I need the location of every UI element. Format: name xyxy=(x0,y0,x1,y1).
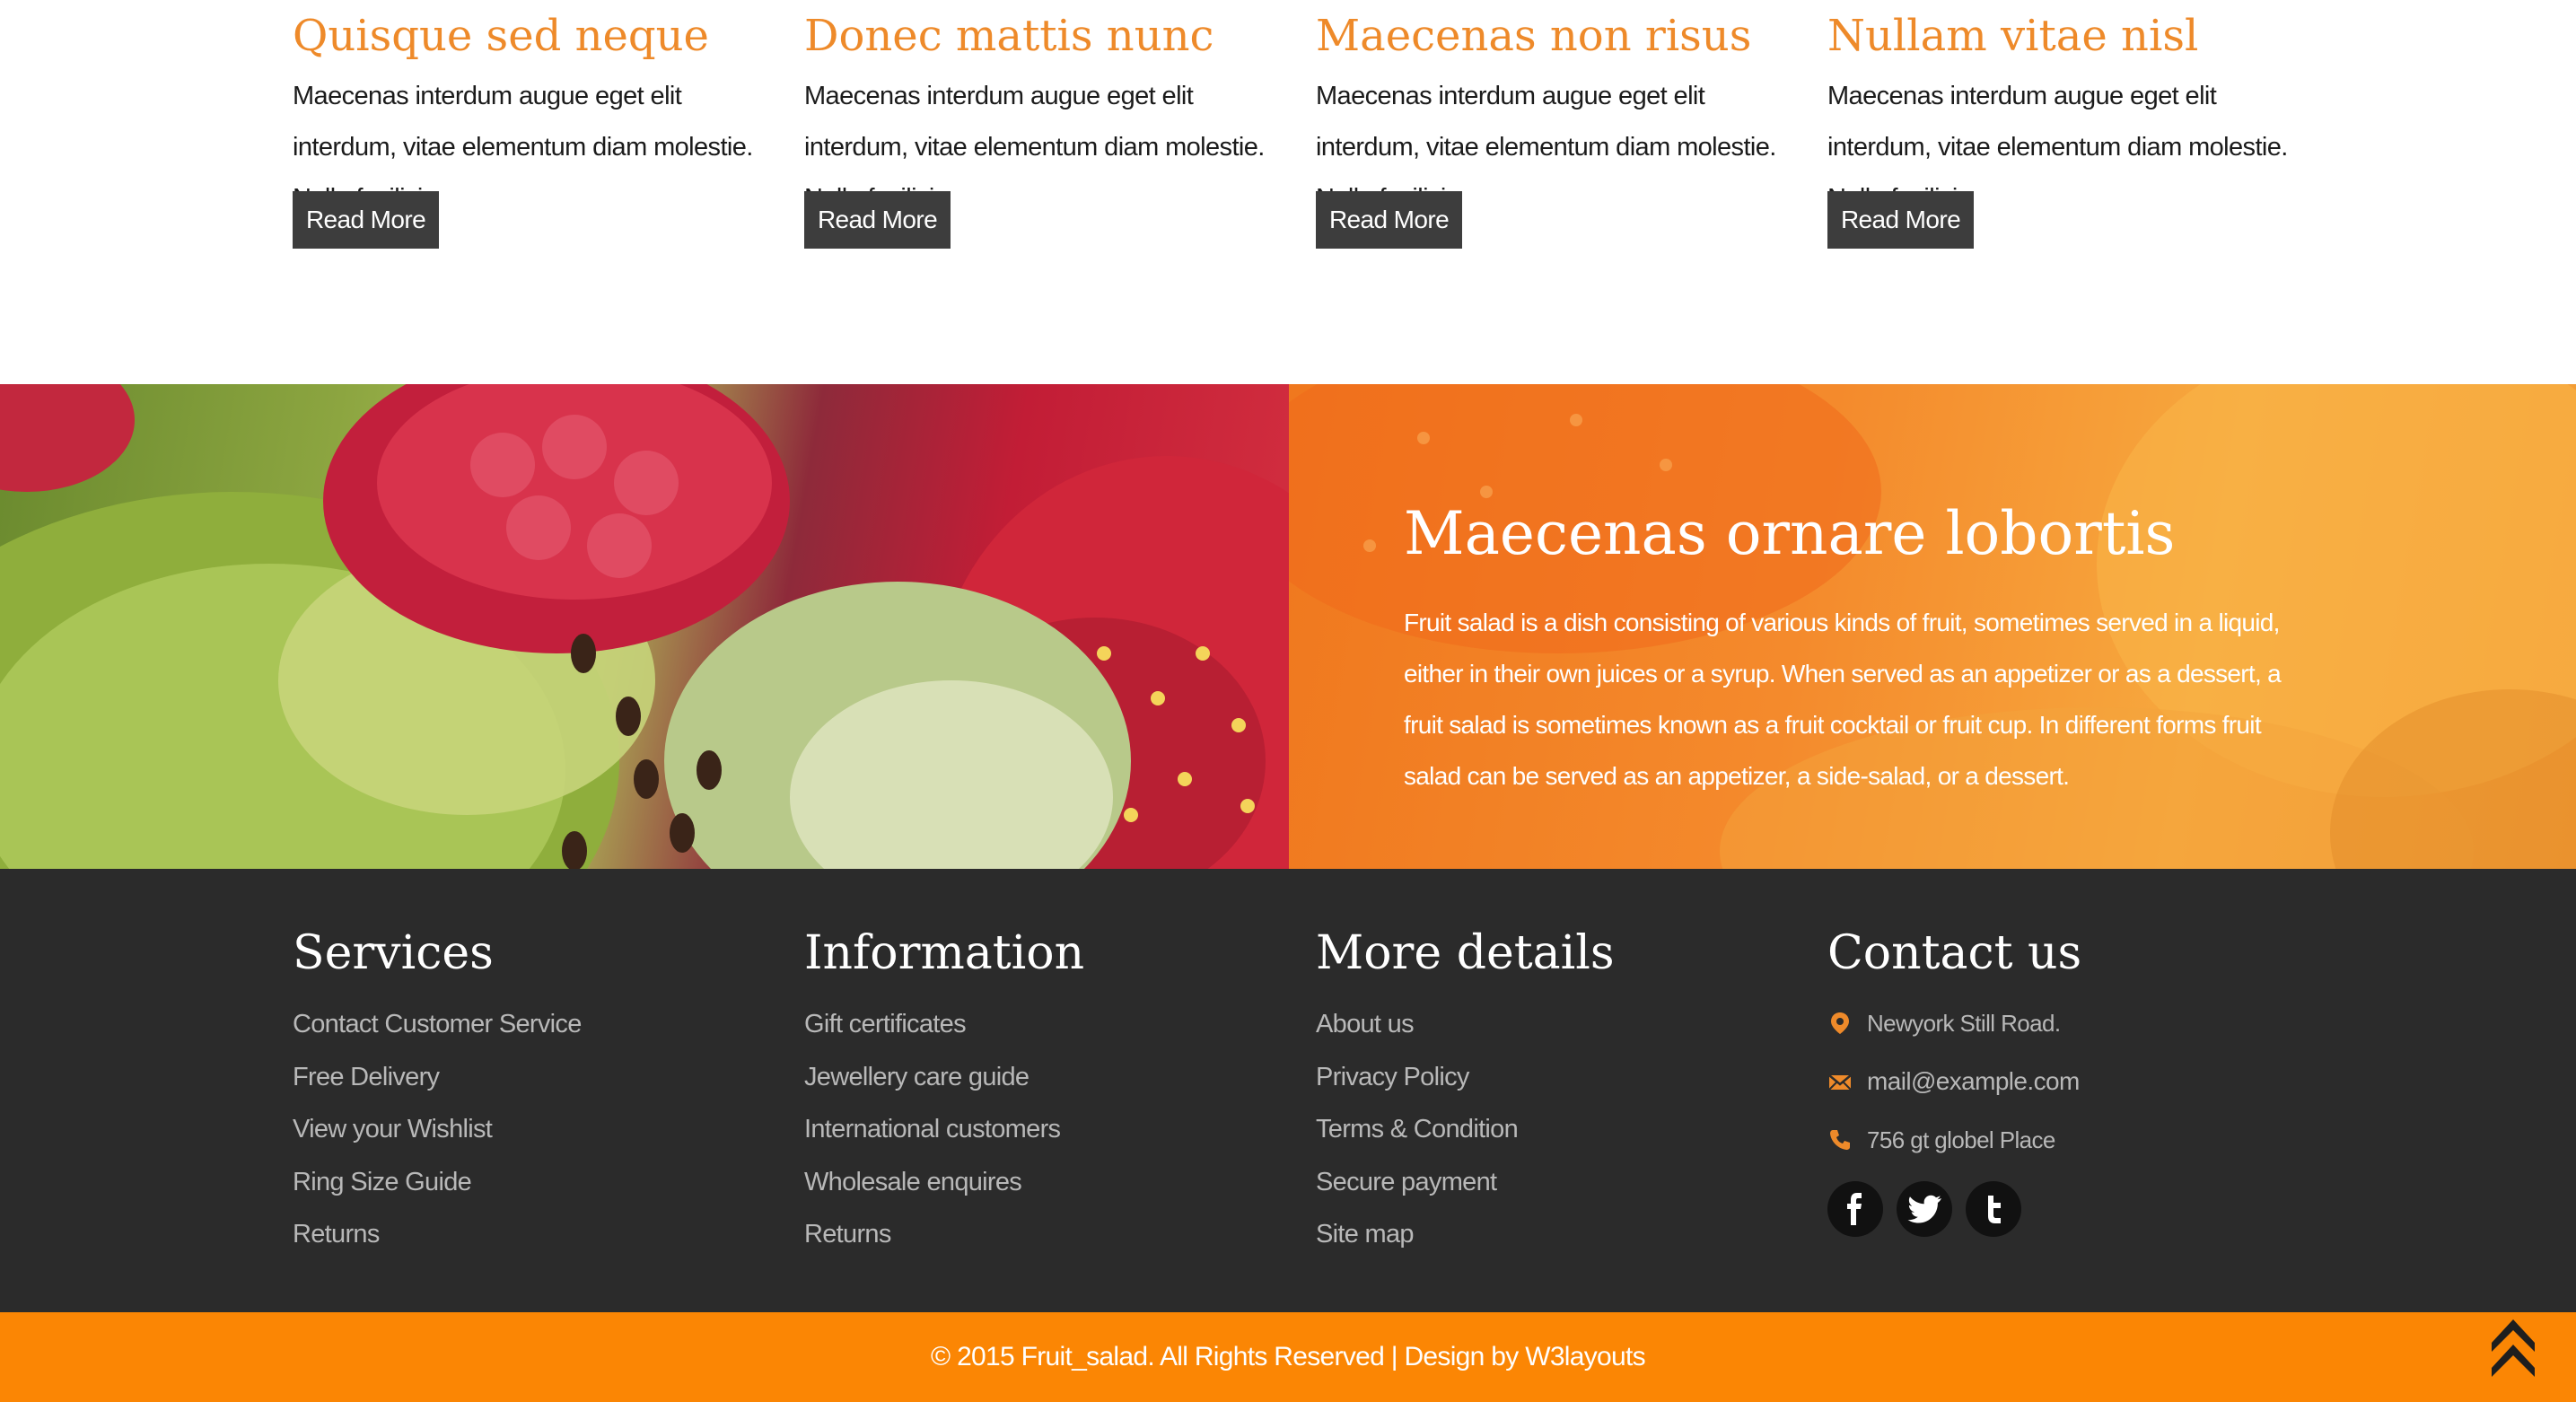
footer-link[interactable]: Returns xyxy=(804,1215,1060,1268)
copyright-text: © 2015 Fruit_salad. All Rights Reserved … xyxy=(931,1342,1646,1371)
footer-contact: Contact us Newyork Still Road. mail@exam… xyxy=(1827,869,2312,1312)
facebook-icon xyxy=(1847,1193,1862,1225)
footer-heading: Contact us xyxy=(1827,926,2082,980)
footer-link[interactable]: About us xyxy=(1316,1005,1518,1058)
read-more-button[interactable]: Read More xyxy=(1827,191,1974,249)
footer-link[interactable]: Ring Size Guide xyxy=(293,1163,582,1216)
scroll-to-top-button[interactable] xyxy=(2488,1310,2538,1382)
banner-description: Fruit salad is a dish consisting of vari… xyxy=(1404,609,2282,790)
footer-link[interactable]: Wholesale enquires xyxy=(804,1163,1060,1216)
double-chevron-up-icon xyxy=(2492,1319,2535,1377)
footer: Services Contact Customer Service Free D… xyxy=(0,869,2576,1312)
footer-heading: Services xyxy=(293,926,494,980)
copyright-bar: © 2015 Fruit_salad. All Rights Reserved … xyxy=(0,1312,2576,1402)
footer-information: Information Gift certificates Jewellery … xyxy=(804,869,1289,1312)
footer-link[interactable]: Secure payment xyxy=(1316,1163,1518,1216)
fruit-photo xyxy=(0,384,1289,869)
footer-link[interactable]: Site map xyxy=(1316,1215,1518,1268)
envelope-icon xyxy=(1828,1074,1852,1091)
footer-link[interactable]: Gift certificates xyxy=(804,1005,1060,1058)
footer-link[interactable]: Returns xyxy=(293,1215,582,1268)
page: Quisque sed neque Maecenas interdum augu… xyxy=(0,0,2576,1402)
article-title: Quisque sed neque xyxy=(293,11,709,61)
tumblr-button[interactable] xyxy=(1966,1181,2021,1237)
article-title: Donec mattis nunc xyxy=(804,11,1214,61)
footer-link-list: About us Privacy Policy Terms & Conditio… xyxy=(1316,1005,1519,1268)
read-more-button[interactable]: Read More xyxy=(804,191,951,249)
contact-address-text: Newyork Still Road. xyxy=(1867,1010,2061,1037)
contact-email-link[interactable]: mail@example.com xyxy=(1867,1064,2080,1100)
fruit-banner: Maecenas ornare lobortis Fruit salad is … xyxy=(0,384,2576,869)
contact-phone-text: 756 gt globel Place xyxy=(1867,1126,2055,1153)
read-more-button[interactable]: Read More xyxy=(293,191,439,249)
footer-link-list: Gift certificates Jewellery care guide I… xyxy=(804,1005,1061,1268)
footer-link[interactable]: Free Delivery xyxy=(293,1058,582,1111)
footer-services: Services Contact Customer Service Free D… xyxy=(293,869,777,1312)
article-title: Maecenas non risus xyxy=(1316,11,1752,61)
footer-link[interactable]: Jewellery care guide xyxy=(804,1058,1060,1111)
footer-link-list: Contact Customer Service Free Delivery V… xyxy=(293,1005,582,1268)
articles-section: Quisque sed neque Maecenas interdum augu… xyxy=(0,0,2576,384)
article-title: Nullam vitae nisl xyxy=(1827,11,2199,61)
twitter-button[interactable] xyxy=(1897,1181,1952,1237)
footer-heading: More details xyxy=(1316,926,1615,980)
banner-title: Maecenas ornare lobortis xyxy=(1404,499,2176,568)
footer-link[interactable]: Privacy Policy xyxy=(1316,1058,1518,1111)
read-more-button[interactable]: Read More xyxy=(1316,191,1462,249)
phone-icon xyxy=(1830,1130,1850,1150)
footer-link[interactable]: International customers xyxy=(804,1110,1061,1163)
facebook-button[interactable] xyxy=(1827,1181,1883,1237)
map-pin-icon xyxy=(1831,1012,1849,1034)
banner-text-panel: Maecenas ornare lobortis Fruit salad is … xyxy=(1289,384,2576,869)
footer-link[interactable]: Contact Customer Service xyxy=(293,1005,582,1058)
footer-more-details: More details About us Privacy Policy Ter… xyxy=(1316,869,1801,1312)
footer-heading: Information xyxy=(804,926,1085,980)
tumblr-icon xyxy=(1988,1196,2001,1223)
twitter-icon xyxy=(1907,1195,1941,1223)
footer-link[interactable]: Terms & Condition xyxy=(1316,1110,1519,1163)
footer-link[interactable]: View your Wishlist xyxy=(293,1110,582,1163)
